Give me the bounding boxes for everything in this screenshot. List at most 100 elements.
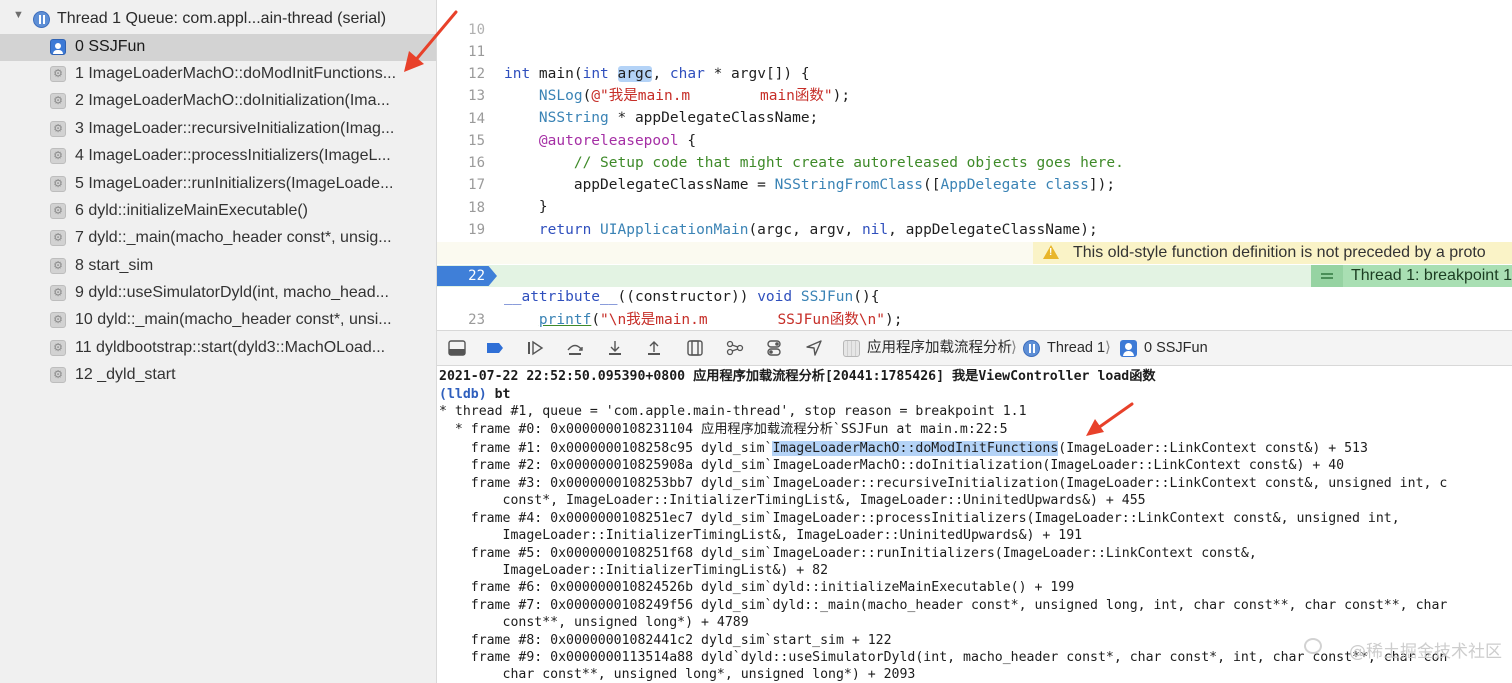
console-line: const**, unsigned long*) + 4789: [439, 615, 749, 630]
code-line: 20: [437, 220, 1512, 261]
stack-frame-label: 2 ImageLoaderMachO::doInitialization(Ima…: [75, 92, 390, 109]
stack-frame-label: 3 ImageLoader::recursiveInitialization(I…: [75, 120, 395, 137]
breadcrumb-app[interactable]: 应用程序加载流程分析: [867, 331, 1012, 365]
code-line: 21 __attribute__((constructor)) void SSJ…: [437, 242, 1512, 305]
stack-frame[interactable]: ⚙ 6 dyld::initializeMainExecutable(): [0, 198, 436, 225]
console-line: frame #9: 0x0000000113514a88 dyld`dyld::…: [439, 650, 1448, 665]
stack-frame-label: 7 dyld::_main(macho_header const*, unsig…: [75, 229, 392, 246]
stack-frame[interactable]: ⚙ 1 ImageLoaderMachO::doModInitFunctions…: [0, 61, 436, 88]
console-line: frame #3: 0x0000000108253bb7 dyld_sim`Im…: [439, 476, 1448, 491]
user-code-icon: [1120, 340, 1137, 357]
breakpoint-annotation[interactable]: Thread 1: breakpoint 1.1: [1311, 265, 1512, 287]
code-line: 16 appDelegateClassName = NSStringFromCl…: [437, 130, 1512, 193]
stack-frame[interactable]: ⚙ 3 ImageLoader::recursiveInitialization…: [0, 116, 436, 143]
console-text: frame #1: 0x0000000108258c95 dyld_sim`: [439, 441, 773, 456]
code-line: 22 printf("\n我是main.m SSJFun函数\n"); Thre…: [437, 265, 1512, 328]
panel-icon: [448, 340, 466, 356]
breadcrumb-frame[interactable]: 0 SSJFun: [1144, 331, 1208, 365]
view-hierarchy-button[interactable]: [685, 339, 705, 357]
step-over-icon: [567, 344, 583, 355]
continue-icon: [528, 340, 544, 356]
code-line: 17 }: [437, 152, 1512, 215]
stack-frame[interactable]: ⚙ 10 dyld::_main(macho_header const*, un…: [0, 307, 436, 334]
gear-icon: ⚙: [50, 367, 66, 383]
stack-frame-label: 9 dyld::useSimulatorDyld(int, macho_head…: [75, 284, 389, 301]
code-line: 13 NSString * appDelegateClassName;: [437, 63, 1512, 126]
code-line: 19 }: [437, 197, 1512, 260]
breakpoint-icon: [487, 343, 503, 353]
code-line: 11 int main(int argc, char * argv[]) {: [437, 19, 1512, 82]
code-line: 10: [437, 0, 1512, 38]
console-line: frame #2: 0x000000010825908a dyld_sim`Im…: [439, 458, 1345, 473]
stack-frame[interactable]: ⚙ 9 dyld::useSimulatorDyld(int, macho_he…: [0, 280, 436, 307]
watermark-logo: [1304, 638, 1322, 654]
thread-label: Thread 1 Queue: com.appl...ain-thread (s…: [57, 10, 387, 27]
memory-graph-button[interactable]: [725, 339, 745, 357]
stack-frame-label: 10 dyld::_main(macho_header const*, unsi…: [75, 311, 392, 328]
breadcrumb-thread[interactable]: Thread 1: [1047, 331, 1105, 365]
stack-frame[interactable]: ⚙ 8 start_sim: [0, 253, 436, 280]
breakpoint-marker[interactable]: 22: [437, 266, 497, 286]
gear-icon: ⚙: [50, 148, 66, 164]
console-line: frame #4: 0x0000000108251ec7 dyld_sim`Im…: [439, 511, 1400, 526]
step-into-button[interactable]: [605, 339, 625, 357]
location-arrow-icon: [806, 340, 822, 356]
warning-annotation[interactable]: This old-style function definition is no…: [1033, 242, 1512, 264]
console-line: frame #1: 0x0000000108258c95 dyld_sim`Im…: [439, 440, 1368, 458]
gear-icon: ⚙: [50, 285, 66, 301]
step-out-icon: [648, 341, 660, 355]
console-line: (lldb) bt: [439, 386, 510, 404]
selected-text: ImageLoaderMachO::doModInitFunctions: [772, 441, 1059, 456]
stack-frame-label: 0 SSJFun: [75, 38, 146, 55]
source-editor[interactable]: 10 11 int main(int argc, char * argv[]) …: [437, 0, 1512, 330]
stack-frame[interactable]: ⚙ 4 ImageLoader::processInitializers(Ima…: [0, 143, 436, 170]
code-line: 12 NSLog(@"我是main.m main函数");: [437, 41, 1512, 104]
thread-row[interactable]: ▼ Thread 1 Queue: com.appl...ain-thread …: [0, 7, 436, 33]
gear-icon: ⚙: [50, 230, 66, 246]
stack-frame[interactable]: 0 SSJFun: [0, 34, 436, 61]
app-target-icon: [843, 340, 860, 357]
thread-icon: [1023, 340, 1040, 357]
gear-icon: ⚙: [50, 258, 66, 274]
code-line: 18 return UIApplicationMain(argc, argv, …: [437, 175, 1512, 238]
environment-overrides-button[interactable]: [764, 339, 784, 357]
thread-icon: [33, 11, 50, 28]
simulate-location-button[interactable]: [804, 339, 824, 357]
console-line: ImageLoader::InitializerTimingList&) + 8…: [439, 563, 829, 578]
console-line: ImageLoader::InitializerTimingList&, Ima…: [439, 528, 1083, 543]
step-into-icon: [609, 341, 621, 355]
debug-toolbar: 应用程序加载流程分析 ⟩ Thread 1 ⟩ 0 SSJFun: [437, 330, 1512, 366]
stack-frame[interactable]: ⚙ 2 ImageLoaderMachO::doInitialization(I…: [0, 88, 436, 115]
stack-frame-label: 12 _dyld_start: [75, 366, 176, 383]
stack-frame[interactable]: ⚙ 7 dyld::_main(macho_header const*, uns…: [0, 225, 436, 252]
console-line: frame #7: 0x0000000108249f56 dyld_sim`dy…: [439, 598, 1448, 613]
console-line: frame #6: 0x000000010824526b dyld_sim`dy…: [439, 580, 1075, 595]
memory-graph-icon: [726, 340, 744, 356]
stack-frame[interactable]: ⚙ 11 dyldbootstrap::start(dyld3::MachOLo…: [0, 335, 436, 362]
debug-console[interactable]: 2021-07-22 22:52:50.095390+0800 应用程序加载流程…: [437, 366, 1512, 683]
annotation-arrow: [404, 10, 458, 72]
chevron-down-icon[interactable]: ▼: [13, 9, 24, 21]
gear-icon: ⚙: [50, 203, 66, 219]
warning-icon: [1043, 245, 1059, 259]
stack-frame-label: 6 dyld::initializeMainExecutable(): [75, 202, 308, 219]
stack-frame[interactable]: ⚙ 5 ImageLoader::runInitializers(ImageLo…: [0, 171, 436, 198]
breadcrumb-separator: ⟩: [1011, 339, 1017, 356]
stack-frame-label: 11 dyldbootstrap::start(dyld3::MachOLoad…: [75, 339, 386, 356]
annotation-arrow: [1086, 402, 1134, 436]
step-out-button[interactable]: [644, 339, 664, 357]
breakpoints-toggle-button[interactable]: [485, 339, 505, 357]
continue-button[interactable]: [525, 339, 545, 357]
stack-frame-label: 5 ImageLoader::runInitializers(ImageLoad…: [75, 175, 394, 192]
console-line: frame #8: 0x00000001082441c2 dyld_sim`st…: [439, 633, 892, 648]
step-over-button[interactable]: [565, 339, 585, 357]
code-line: 23 }: [437, 287, 1512, 328]
stack-frame[interactable]: ⚙ 12 _dyld_start: [0, 362, 436, 389]
user-code-icon: [50, 39, 66, 55]
warning-text: This old-style function definition is no…: [1073, 244, 1486, 261]
gear-icon: ⚙: [50, 340, 66, 356]
gear-icon: ⚙: [50, 176, 66, 192]
console-text: (ImageLoader::LinkContext const&) + 513: [1058, 441, 1368, 456]
breadcrumb-separator: ⟩: [1105, 339, 1111, 356]
hide-debug-area-button[interactable]: [447, 339, 467, 357]
